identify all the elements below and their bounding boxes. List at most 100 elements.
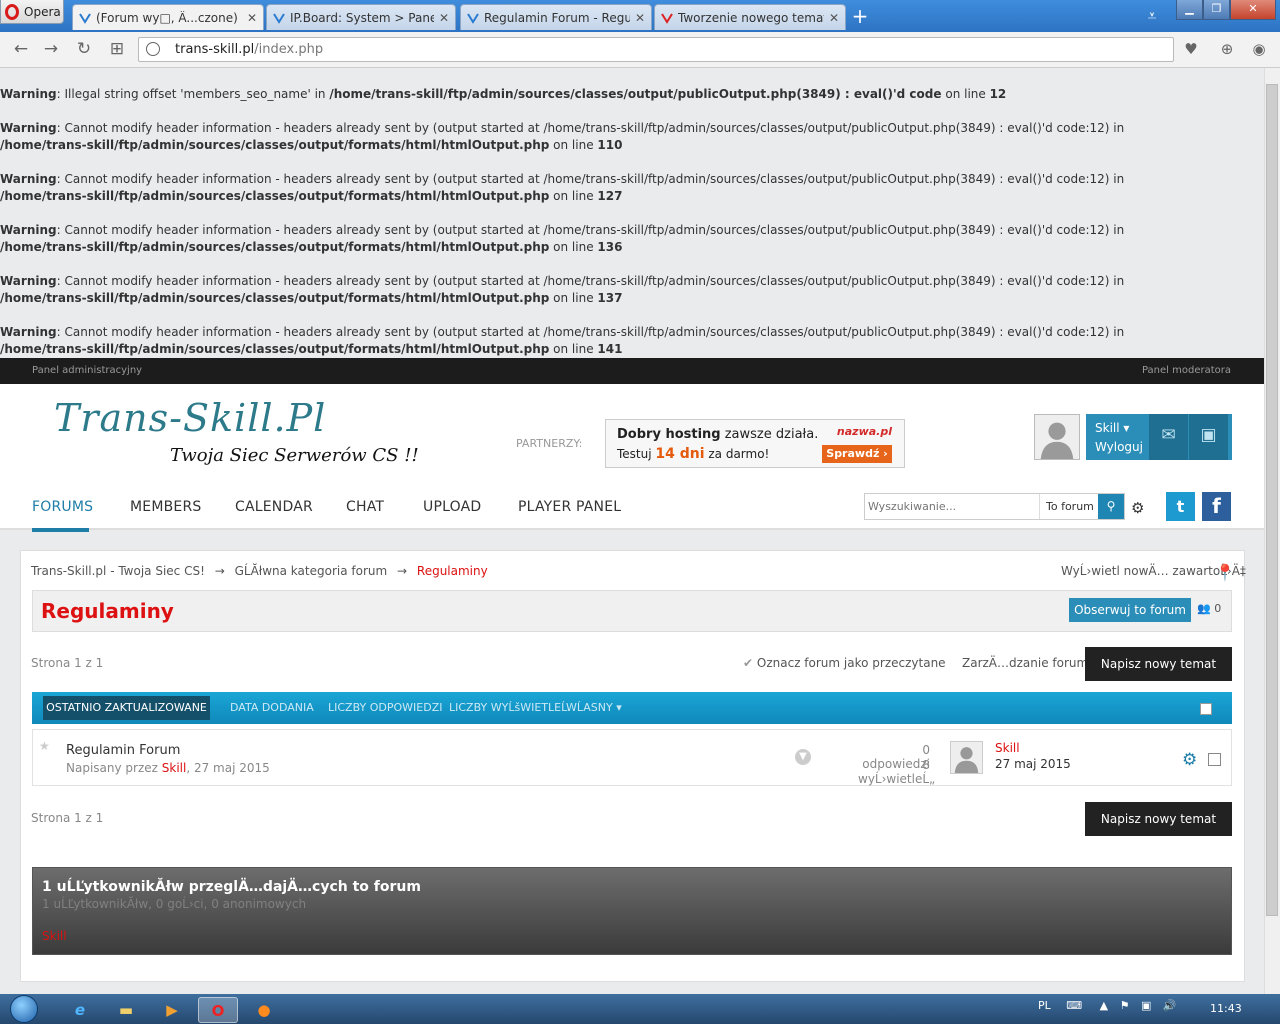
site-info-globe-icon[interactable] [146,42,160,56]
minimize-button[interactable]: ▁ [1176,0,1203,20]
sort-custom[interactable]: WĹASNY ▾ [566,701,622,714]
last-poster-link[interactable]: Skill [995,741,1020,755]
speed-dial-icon[interactable]: ⊞ [105,38,129,60]
warning-line: Warning: Cannot modify header informatio… [0,223,1125,254]
messages-envelope-icon[interactable]: ✉ [1149,414,1188,460]
close-window-button[interactable]: ✕ [1230,0,1276,20]
user-name-dropdown[interactable]: Skill ▾ [1095,421,1129,435]
network-icon[interactable]: ▣ [1141,999,1151,1012]
search-icon[interactable]: ⚲ [1098,494,1124,519]
twitter-icon[interactable]: t [1166,492,1195,521]
start-button[interactable] [4,993,46,1023]
url-input[interactable]: trans-skill.pl/index.php [138,37,1174,62]
admin-panel-link[interactable]: Panel administracyjny [32,358,142,384]
sort-date-added[interactable]: DATA DODANIA [230,701,314,714]
sort-replies[interactable]: LICZBY ODPOWIEDZI [328,701,443,714]
nav-chat[interactable]: CHAT [346,499,384,515]
warning-line: Warning: Cannot modify header informatio… [0,172,1125,203]
location-pin-icon[interactable]: 📍 [1215,563,1235,582]
nav-members[interactable]: MEMBERS [130,499,201,515]
download-icon[interactable]: ⊕ [1216,38,1238,60]
bookmark-heart-icon[interactable]: ♥ [1180,38,1202,60]
internet-explorer-icon[interactable]: e [60,997,100,1023]
topic-moderation-gear-icon[interactable]: ⚙ [1182,750,1197,770]
tab-forum[interactable]: (Forum wy□, Ä...czone) Reg ✕ [72,4,264,30]
new-topic-button[interactable]: Napisz nowy temat [1085,647,1232,681]
sort-recently-updated[interactable]: OSTATNIO ZAKTUALIZOWANE [43,696,210,720]
site-logo-title[interactable]: Trans-Skill.Pl [54,396,326,440]
mark-forum-read-link[interactable]: ✔ Oznacz forum jako przeczytane [743,656,946,670]
topic-meta: Napisany przez Skill, 27 maj 2015 [66,761,270,775]
follow-forum-button[interactable]: Obserwuj to forum [1069,598,1191,622]
nav-calendar[interactable]: CALENDAR [235,499,313,515]
opera-taskbar-icon[interactable]: O [198,997,238,1023]
window-controls: ▁ ❐ ✕ [1176,0,1276,20]
followers-count[interactable]: 👥 0 [1197,602,1221,615]
tab-regulamin[interactable]: Regulamin Forum - Regul ✕ [460,4,652,30]
volume-icon[interactable]: 🔊 [1163,999,1177,1012]
maximize-button[interactable]: ❐ [1203,0,1230,20]
search-scope-select[interactable]: To forum [1039,494,1099,519]
search-input[interactable] [868,497,1036,516]
page-title: Regulaminy [41,599,174,623]
tray-expand-icon[interactable]: ▲ [1100,999,1108,1012]
user-avatar[interactable] [1034,414,1080,460]
warning-line: Warning: Cannot modify header informatio… [0,274,1125,305]
clock[interactable]: 11:43 [1210,1002,1242,1015]
system-tray: PL ⌨ ▲ ⚑ ▣ 🔊 [1038,999,1177,1012]
media-player-icon[interactable]: ▶ [152,997,192,1023]
new-tab-button[interactable]: + [848,6,872,28]
star-icon[interactable]: ★ [39,739,50,753]
windows-logo-icon [10,995,38,1023]
breadcrumb: Trans-Skill.pl - Twoja Siec CS! → GĹĂłwn… [31,564,488,578]
file-explorer-icon[interactable]: ▬ [106,997,146,1023]
moderator-panel-link[interactable]: Panel moderatora [1142,358,1231,384]
facebook-icon[interactable]: f [1202,492,1231,521]
action-center-icon[interactable]: ⚑ [1120,999,1130,1012]
select-all-checkbox[interactable] [1200,703,1212,715]
close-tab-icon[interactable]: ✕ [439,11,449,25]
nav-forums[interactable]: FORUMS [32,499,93,515]
close-tab-icon[interactable]: ✕ [635,11,645,25]
forward-button[interactable]: → [39,38,63,60]
topic-select-checkbox[interactable] [1208,753,1221,766]
reload-button[interactable]: ↻ [72,38,96,60]
keyboard-icon[interactable]: ⌨ [1066,999,1082,1012]
opera-logo-icon [5,3,19,20]
firefox-icon[interactable]: ● [244,997,284,1023]
topic-views: 8 wyĹ›wietleĹ„ [858,758,936,786]
sort-views[interactable]: LICZBY WYĹšWIETLEĹ [449,701,567,714]
tab-new-topic[interactable]: Tworzenie nowego tematu ✕ [654,4,846,30]
breadcrumb-home[interactable]: Trans-Skill.pl - Twoja Siec CS! [31,564,205,578]
breadcrumb-category[interactable]: GĹĂłwna kategoria forum [235,564,388,578]
notifications-icon[interactable]: ▣ [1189,414,1228,460]
manage-forum-link[interactable]: ZarzÄ…dzanie forum [962,656,1088,670]
close-tab-icon[interactable]: ✕ [829,11,839,25]
close-tab-icon[interactable]: ✕ [247,11,257,25]
nav-upload[interactable]: UPLOAD [423,499,481,515]
nav-player-panel[interactable]: PLAYER PANEL [518,499,621,515]
logout-link[interactable]: Wyloguj [1095,440,1143,454]
topic-title-link[interactable]: Regulamin Forum [66,743,180,758]
breadcrumb-current: Regulaminy [416,564,488,578]
sort-bar [32,692,1232,724]
account-icon[interactable]: ◉ [1248,38,1270,60]
partner-banner[interactable]: Dobry hosting zawsze działa. Testuj 14 d… [605,419,905,468]
topic-author-link[interactable]: Skill [162,761,187,775]
opera-menu-button[interactable]: Opera [0,0,64,24]
php-warnings: Warning: Illegal string offset 'members_… [0,86,1160,375]
viewer-user-link[interactable]: Skill [42,929,67,943]
search-options-gear-icon[interactable]: ⚙ [1131,499,1144,517]
tab-ipboard-system[interactable]: IP.Board: System > Panel k ✕ [266,4,456,30]
banner-check-button[interactable]: Sprawdź › [822,445,892,463]
followers-icon: 👥 [1197,602,1211,615]
scrollbar-thumb[interactable] [1266,84,1278,916]
last-poster-avatar[interactable] [950,741,983,774]
back-button[interactable]: ← [9,38,33,60]
new-topic-button-bottom[interactable]: Napisz nowy temat [1085,802,1232,836]
last-post-date: 27 maj 2015 [995,757,1071,771]
topic-preview-arrow-icon[interactable]: ▼ [795,749,811,765]
language-indicator[interactable]: PL [1038,999,1051,1012]
tab-menu-icon[interactable]: ⩡ [1142,6,1162,26]
viewers-title: 1 uĹĽytkownikĂłw przeglÄ…dajÄ…cych to fo… [42,879,421,895]
